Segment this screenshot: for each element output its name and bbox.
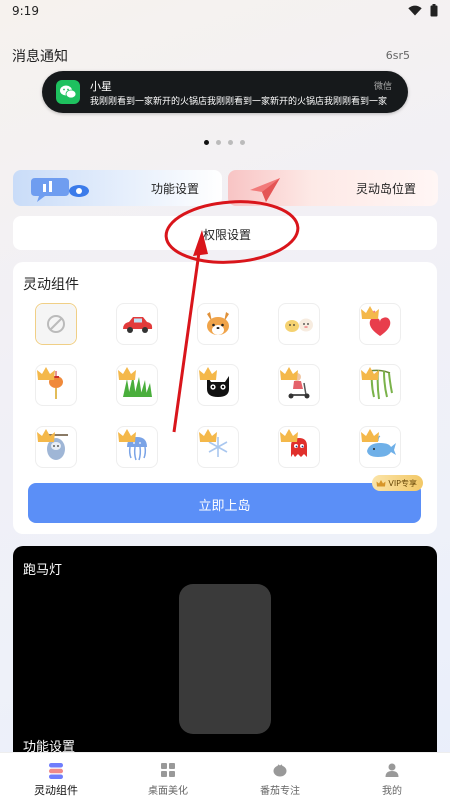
permission-settings-label: 权限设置 <box>203 228 252 242</box>
widget-sloth[interactable] <box>35 426 77 468</box>
status-bar: 9:19 <box>0 0 450 22</box>
tomato-focus-icon <box>273 764 287 777</box>
wifi-icon <box>408 5 422 16</box>
vip-crown-icon <box>199 429 217 442</box>
car-icon <box>123 317 153 333</box>
notification-preview[interactable]: 小星 微信 我刚刚看到一家新开的火锅店我刚刚看到一家新开的火锅店我刚刚看到一家 <box>42 71 408 113</box>
notification-app-name: 微信 <box>373 82 392 92</box>
paper-plane-icon <box>250 178 280 202</box>
tab-dynamic-widgets[interactable]: 灵动组件 <box>11 753 101 801</box>
dynamic-widgets-icon <box>49 763 63 779</box>
vip-crown-icon <box>280 367 298 380</box>
widget-chicks[interactable] <box>278 303 320 345</box>
widgets-panel: 灵动组件 立即上岛 VIP专享 <box>13 262 437 534</box>
vip-crown-icon <box>118 429 136 442</box>
vip-badge: VIP专享 <box>372 475 423 491</box>
tab-label: 桌面美化 <box>148 786 188 797</box>
vip-crown-icon <box>199 367 217 380</box>
version-label: 6sr5 <box>385 49 410 62</box>
widget-willow[interactable] <box>359 364 401 406</box>
battery-icon <box>430 4 438 17</box>
widget-none[interactable] <box>35 303 77 345</box>
widget-corgi[interactable] <box>197 303 239 345</box>
vip-crown-icon <box>37 367 55 380</box>
tab-tomato-focus[interactable]: 番茄专注 <box>235 753 325 801</box>
vip-badge-label: VIP专享 <box>388 478 417 488</box>
notification-sender: 小星 <box>90 80 112 93</box>
permission-settings-button[interactable]: 权限设置 <box>13 216 437 250</box>
widget-lantern[interactable] <box>35 364 77 406</box>
chicks-icon <box>285 318 313 332</box>
corgi-icon <box>207 312 229 335</box>
island-position-label: 灵动岛位置 <box>356 182 417 196</box>
go-on-island-label: 立即上岛 <box>198 499 251 514</box>
widget-ghost[interactable] <box>278 426 320 468</box>
widget-jellyfish[interactable] <box>116 426 158 468</box>
wechat-icon <box>56 80 80 104</box>
chat-bubble-icon <box>31 178 89 202</box>
widget-snowflake[interactable] <box>197 426 239 468</box>
tab-label: 灵动组件 <box>34 784 78 797</box>
pager-dot[interactable] <box>204 140 209 145</box>
tab-label: 番茄专注 <box>260 786 300 797</box>
notification-section-title: 消息通知 <box>12 49 68 65</box>
vip-crown-icon <box>361 367 379 380</box>
widget-car[interactable] <box>116 303 158 345</box>
vip-crown-icon <box>37 429 55 442</box>
pager-dot[interactable] <box>240 140 245 145</box>
pager-dot[interactable] <box>228 140 233 145</box>
marquee-title: 跑马灯 <box>23 563 63 578</box>
tab-label: 我的 <box>382 786 402 797</box>
desktop-beautify-icon <box>161 763 175 777</box>
widget-grass[interactable] <box>116 364 158 406</box>
notification-message: 我刚刚看到一家新开的火锅店我刚刚看到一家新开的火锅店我刚刚看到一家 <box>90 97 388 107</box>
go-on-island-button[interactable]: 立即上岛 VIP专享 <box>28 475 423 523</box>
vip-crown-icon <box>118 367 136 380</box>
tab-profile[interactable]: 我的 <box>347 753 437 801</box>
vip-crown-icon <box>361 429 379 442</box>
status-time: 9:19 <box>12 4 39 18</box>
widget-hearts[interactable] <box>359 303 401 345</box>
vip-crown-icon <box>361 306 379 319</box>
carousel-pager[interactable] <box>204 140 245 145</box>
island-position-button[interactable]: 灵动岛位置 <box>228 170 438 206</box>
widgets-title: 灵动组件 <box>23 277 79 293</box>
tab-desktop-beautify[interactable]: 桌面美化 <box>123 753 213 801</box>
marquee-panel: 跑马灯 功能设置 <box>13 546 437 766</box>
bottom-tab-bar: 灵动组件 桌面美化 番茄专注 我的 <box>0 752 450 801</box>
none-icon <box>36 304 76 344</box>
pager-dot[interactable] <box>216 140 221 145</box>
widget-scooter-girl[interactable] <box>278 364 320 406</box>
vip-crown-icon <box>280 429 298 442</box>
function-settings-button[interactable]: 功能设置 <box>13 170 222 206</box>
widget-whale[interactable] <box>359 426 401 468</box>
widget-black-cat[interactable] <box>197 364 239 406</box>
phone-preview <box>179 584 271 734</box>
vip-crown-icon <box>376 479 386 486</box>
function-settings-label: 功能设置 <box>151 182 200 196</box>
profile-icon <box>385 763 399 777</box>
